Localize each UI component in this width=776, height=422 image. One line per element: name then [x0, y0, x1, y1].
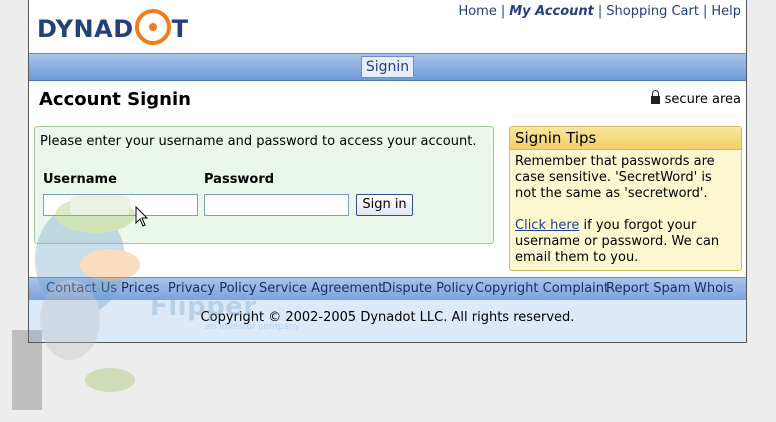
page-container: DYNAD T Home | My Account | Shopping Cart | Hel… [28, 0, 747, 343]
password-label: Password [204, 172, 275, 187]
tab-bar: Signin [29, 53, 746, 81]
logo-left: DYNAD [37, 15, 134, 43]
logo-right: T [171, 15, 189, 43]
footer-link-whois[interactable]: Whois [694, 278, 733, 300]
tab-signin[interactable]: Signin [361, 56, 414, 78]
password-input[interactable] [204, 194, 349, 216]
footer-link-report-spam[interactable]: Report Spam [606, 278, 690, 300]
footer-link-dispute-policy[interactable]: Dispute Policy [382, 278, 474, 300]
footer-link-contact-us[interactable]: Contact Us [46, 278, 117, 300]
footer-link-copyright-complaint[interactable]: Copyright Complaint [475, 278, 609, 300]
form-prompt: Please enter your username and password … [40, 134, 477, 149]
nav-separator: | [702, 4, 708, 19]
top-nav: Home | My Account | Shopping Cart | Help [458, 4, 741, 19]
forgot-password-link[interactable]: Click here [515, 218, 579, 233]
secure-area-indicator: secure area [650, 90, 741, 107]
tips-paragraph: Remember that passwords are case sensiti… [515, 154, 715, 201]
help-link[interactable]: Help [711, 4, 741, 19]
home-link[interactable]: Home [458, 4, 496, 19]
signin-form: Please enter your username and password … [34, 126, 494, 244]
username-label: Username [43, 172, 117, 187]
logo-dot-icon [134, 9, 171, 45]
tips-body: Remember that passwords are case sensiti… [510, 150, 741, 270]
footer-link-prices[interactable]: Prices [121, 278, 160, 300]
copyright-notice: Copyright © 2002-2005 Dynadot LLC. All r… [29, 300, 746, 342]
tips-heading: Signin Tips [510, 127, 741, 150]
lock-icon [650, 90, 660, 104]
footer-link-privacy-policy[interactable]: Privacy Policy [168, 278, 257, 300]
nav-separator: | [500, 4, 506, 19]
footer-link-service-agreement[interactable]: Service Agreement [259, 278, 383, 300]
tips-forgot: Click here if you forgot your username o… [515, 218, 736, 266]
signin-tips-panel: Signin Tips Remember that passwords are … [509, 126, 742, 271]
secure-label: secure area [664, 92, 741, 107]
nav-separator: | [597, 4, 603, 19]
logo-text: DYNAD T [37, 9, 189, 48]
username-input[interactable] [43, 194, 198, 216]
page-title: Account Signin [39, 89, 191, 110]
mouse-cursor-icon [135, 206, 149, 227]
sign-in-button[interactable]: Sign in [356, 194, 413, 216]
shopping-cart-link[interactable]: Shopping Cart [606, 4, 699, 19]
my-account-link[interactable]: My Account [509, 4, 594, 19]
footer-nav: Contact Us Prices Privacy Policy Service… [29, 277, 746, 301]
